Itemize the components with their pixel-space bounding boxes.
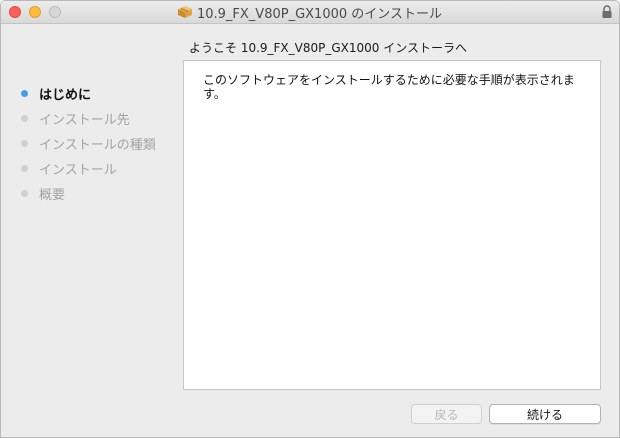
lock-icon (602, 5, 612, 18)
window-title-group: 10.9_FX_V80P_GX1000 のインストール (1, 1, 619, 23)
step-label: インストールの種類 (39, 138, 156, 153)
step-installation: インストール (21, 156, 156, 181)
package-icon (177, 6, 192, 18)
step-indicator-icon (21, 140, 28, 147)
window-title: 10.9_FX_V80P_GX1000 のインストール (196, 6, 443, 22)
step-label: 概要 (39, 188, 66, 203)
installer-steps: はじめに インストール先 インストールの種類 インストール 概要 (21, 81, 156, 206)
back-button[interactable]: 戻る (411, 404, 482, 424)
step-label: インストール (39, 163, 117, 178)
step-summary: 概要 (21, 181, 156, 206)
step-indicator-icon (21, 190, 28, 197)
step-indicator-icon (21, 115, 28, 122)
step-indicator-icon (21, 165, 28, 172)
title-bar[interactable]: 10.9_FX_V80P_GX1000 のインストール (1, 1, 619, 24)
welcome-heading: ようこそ 10.9_FX_V80P_GX1000 インストーラへ (189, 41, 468, 55)
intro-text: このソフトウェアをインストールするために必要な手順が表示されます。 (203, 73, 575, 101)
step-introduction: はじめに (21, 81, 156, 106)
step-installation-type: インストールの種類 (21, 131, 156, 156)
step-destination: インストール先 (21, 106, 156, 131)
content-panel[interactable]: このソフトウェアをインストールするために必要な手順が表示されます。 (183, 60, 601, 390)
step-indicator-icon (21, 90, 28, 97)
continue-button[interactable]: 続ける (489, 404, 601, 424)
step-label: はじめに (39, 88, 92, 103)
step-label: インストール先 (39, 113, 130, 128)
installer-window: 10.9_FX_V80P_GX1000 のインストール ようこそ 10.9_FX… (0, 0, 620, 438)
